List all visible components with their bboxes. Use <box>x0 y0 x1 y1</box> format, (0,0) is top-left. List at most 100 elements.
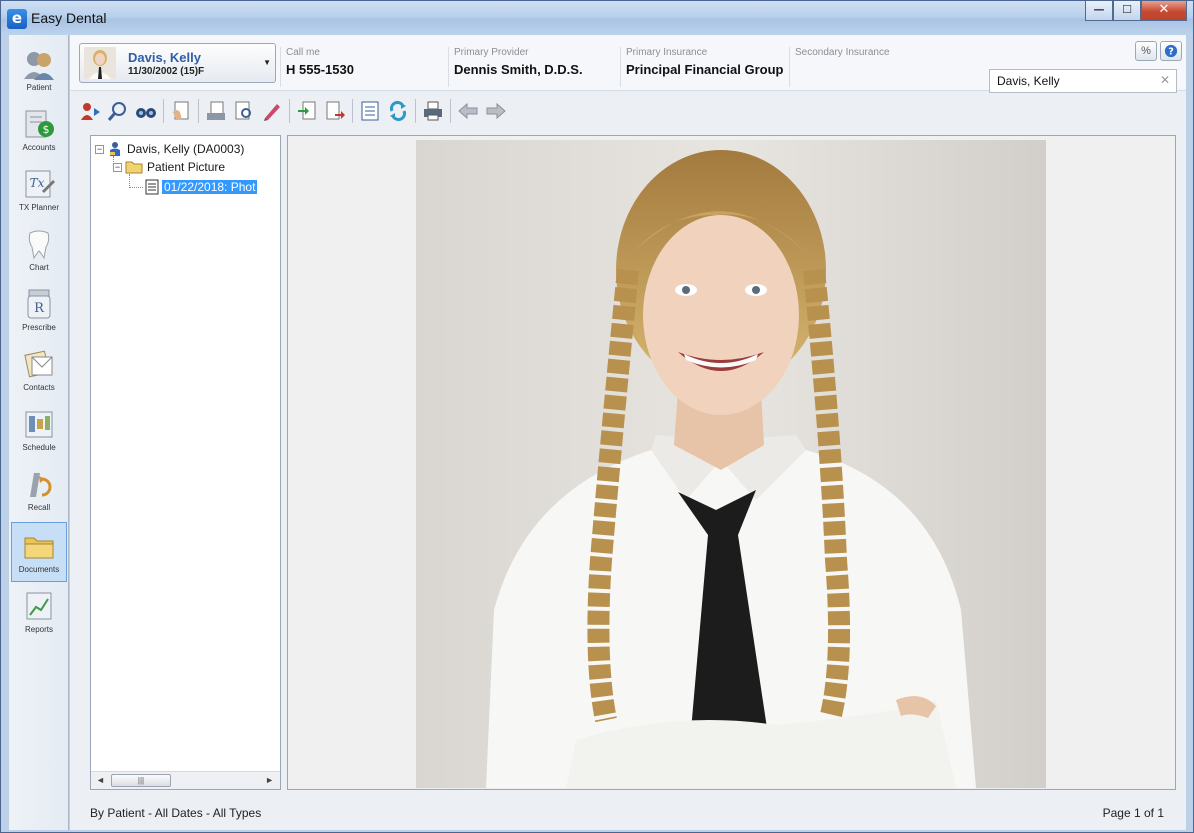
export-button[interactable] <box>322 98 348 124</box>
select-patient-icon <box>81 103 100 120</box>
scroll-right-icon[interactable]: ► <box>265 775 274 785</box>
patient-photo <box>416 140 1046 788</box>
nav-item-schedule[interactable]: Schedule <box>11 401 67 461</box>
recall-icon <box>30 473 52 497</box>
easy-dental-logo-icon: e <box>7 9 27 29</box>
print-button[interactable] <box>420 98 446 124</box>
window-title: Easy Dental <box>31 10 107 26</box>
document-viewer[interactable] <box>287 135 1176 790</box>
previous-page-button[interactable] <box>455 98 481 124</box>
avatar <box>84 47 116 79</box>
svg-text:$: $ <box>43 123 50 136</box>
nav-item-patient[interactable]: Patient <box>11 41 67 101</box>
svg-text:?: ? <box>1168 47 1174 58</box>
minimize-button[interactable]: — <box>1085 1 1113 21</box>
document-tree[interactable]: − Davis, Kelly (DA0003) − Patient Pictur… <box>90 135 281 790</box>
nav-item-contacts[interactable]: Contacts <box>11 341 67 401</box>
tree-line <box>129 187 143 188</box>
tree-node-label: Patient Picture <box>147 160 226 174</box>
horizontal-scrollbar[interactable]: ◄ ||| ► <box>91 771 280 789</box>
patient-name: Davis, Kelly <box>128 50 201 65</box>
refresh-button[interactable] <box>385 98 411 124</box>
scan-button[interactable] <box>203 98 229 124</box>
acquire-button[interactable] <box>168 98 194 124</box>
secondary-insurance-field: Secondary Insurance <box>789 47 979 87</box>
tree-line <box>129 174 130 188</box>
edit-button[interactable] <box>259 98 285 124</box>
percent-settings-icon: % <box>1141 45 1151 57</box>
arrow-right-icon <box>486 102 506 120</box>
properties-icon <box>361 101 379 121</box>
schedule-icon <box>25 411 53 438</box>
scrollbar-thumb[interactable]: ||| <box>111 774 171 787</box>
primary-insurance-field: Primary Insurance Principal Financial Gr… <box>620 47 788 87</box>
nav-label: Patient <box>26 83 52 92</box>
documents-toolbar <box>70 91 980 131</box>
tree-node-label: Davis, Kelly (DA0003) <box>127 142 245 156</box>
clear-icon[interactable]: ✕ <box>1160 73 1170 87</box>
nav-label: TX Planner <box>18 203 60 212</box>
toolbar-separator <box>352 99 353 123</box>
folder-icon <box>24 537 54 559</box>
primary-provider-field: Primary Provider Dennis Smith, D.D.S. <box>448 47 618 87</box>
refresh-icon <box>389 100 407 122</box>
page-indicator: Page 1 of 1 <box>1102 806 1164 820</box>
arrow-left-icon <box>458 102 478 120</box>
view-document-button[interactable] <box>231 98 257 124</box>
reports-icon <box>26 592 52 620</box>
folder-icon <box>125 161 143 174</box>
next-page-button[interactable] <box>483 98 509 124</box>
filter-status: By Patient - All Dates - All Types <box>90 806 262 820</box>
call-me-field: Call me H 555-1530 <box>280 47 446 87</box>
help-button[interactable]: ? <box>1160 41 1182 61</box>
patient-selector[interactable]: Davis, Kelly 11/30/2002 (15)F ▼ <box>79 43 276 83</box>
patient-search-input[interactable] <box>990 70 1150 92</box>
patient-search-field[interactable]: ✕ <box>989 69 1177 93</box>
tx-planner-icon: Tx <box>25 170 55 198</box>
selected-document-label: 01/22/2018: Phot <box>162 180 258 194</box>
nav-label: Contacts <box>23 383 55 392</box>
chevron-down-icon[interactable]: ▼ <box>263 58 271 67</box>
nav-item-documents[interactable]: Documents <box>11 522 67 582</box>
search-button[interactable] <box>105 98 131 124</box>
primary-provider-caption: Primary Provider <box>454 47 529 58</box>
toolbar-separator <box>163 99 164 123</box>
export-icon <box>326 101 345 120</box>
nav-item-accounts[interactable]: $ Accounts <box>11 101 67 161</box>
module-sidebar: Patient $ Accounts Tx TX Planner Chart R… <box>9 35 69 830</box>
svg-text:Tx: Tx <box>30 176 45 190</box>
settings-button[interactable]: % <box>1135 41 1157 61</box>
find-button[interactable] <box>133 98 159 124</box>
title-bar[interactable]: e Easy Dental — ☐ ✕ <box>1 1 1193 35</box>
close-button[interactable]: ✕ <box>1141 1 1187 21</box>
nav-item-prescribe[interactable]: R Prescribe <box>11 281 67 341</box>
maximize-button[interactable]: ☐ <box>1113 1 1141 21</box>
tree-node-patient[interactable]: − Davis, Kelly (DA0003) <box>95 140 244 158</box>
document-icon <box>145 179 159 195</box>
toolbar-separator <box>198 99 199 123</box>
nav-item-tx-planner[interactable]: Tx TX Planner <box>11 161 67 221</box>
patient-icon <box>24 52 54 80</box>
primary-provider-value: Dennis Smith, D.D.S. <box>454 62 583 77</box>
nav-item-recall[interactable]: Recall <box>11 461 67 521</box>
select-patient-button[interactable] <box>77 98 103 124</box>
tree-node-document[interactable]: 01/22/2018: Phot <box>145 178 258 196</box>
collapse-icon[interactable]: − <box>95 144 104 154</box>
nav-label: Prescribe <box>22 323 56 332</box>
nav-label: Schedule <box>22 443 56 452</box>
view-document-icon <box>235 101 251 120</box>
import-icon <box>298 101 316 120</box>
import-button[interactable] <box>294 98 320 124</box>
nav-item-reports[interactable]: Reports <box>11 583 67 643</box>
collapse-icon[interactable]: − <box>113 162 122 172</box>
toolbar-separator <box>415 99 416 123</box>
nav-item-chart[interactable]: Chart <box>11 221 67 281</box>
documents-module: Davis, Kelly 11/30/2002 (15)F ▼ Call me … <box>70 35 1186 830</box>
tree-node-folder[interactable]: − Patient Picture <box>113 158 225 176</box>
primary-insurance-value: Principal Financial Group <box>626 62 784 77</box>
nav-label: Accounts <box>22 143 56 152</box>
scroll-left-icon[interactable]: ◄ <box>96 775 105 785</box>
document-properties-button[interactable] <box>357 98 383 124</box>
call-me-value: H 555-1530 <box>286 62 354 77</box>
patient-node-icon <box>110 142 120 156</box>
